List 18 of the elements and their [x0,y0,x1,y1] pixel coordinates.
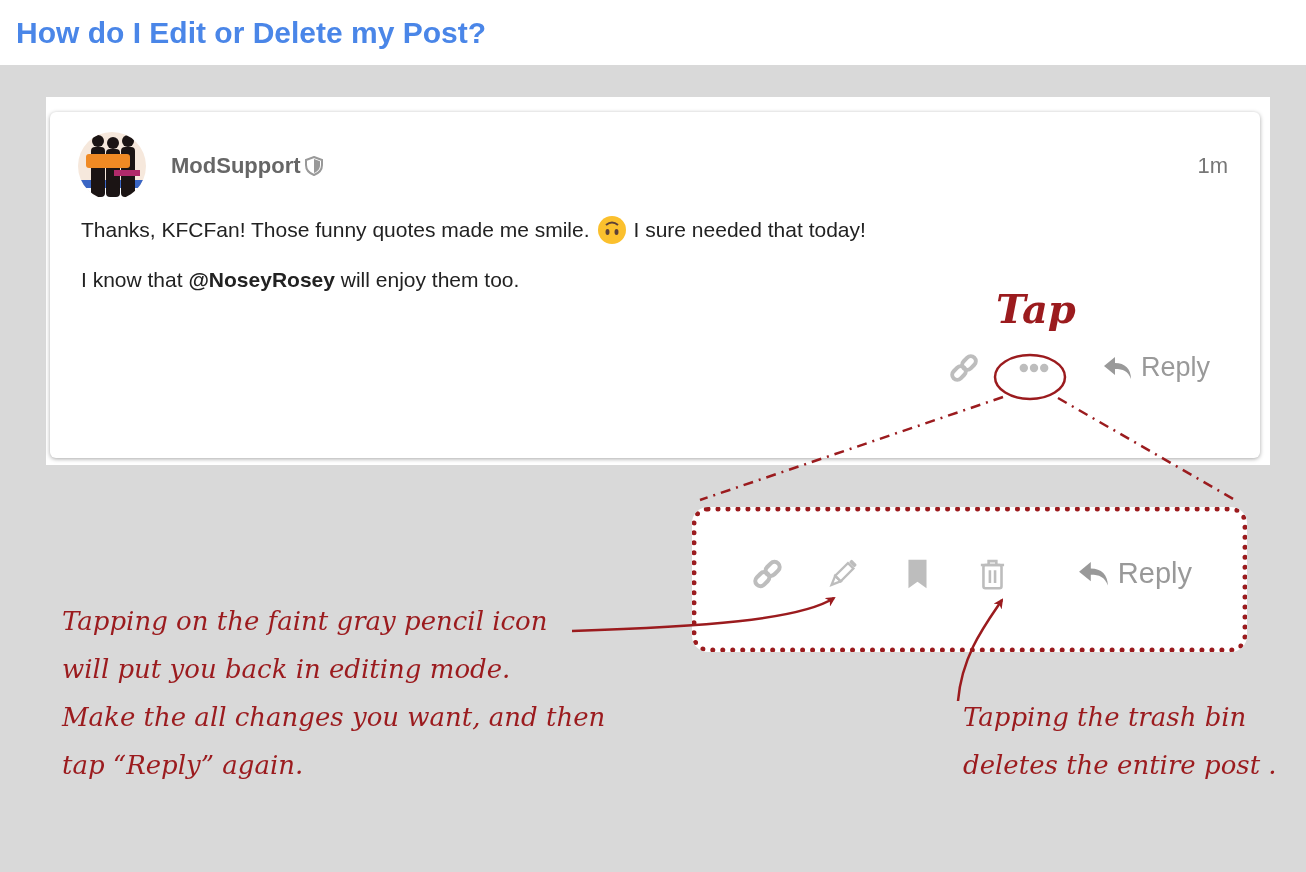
annotation-text: Tapping on the faint gray pencil icon will put you back in editing mode. Make the all changes you want, and then tap “Reply” again. [62,605,606,782]
reply-button[interactable]: Reply [1102,352,1210,383]
reply-icon [1102,355,1133,380]
post-text: I know that @NoseyRosey will enjoy them too. [81,268,520,292]
post-time: 1m [1197,153,1228,179]
page-title: How do I Edit or Delete my Post? [16,15,487,50]
reply-button[interactable]: Reply [1077,557,1192,590]
post-text: I sure needed that today! [633,218,866,242]
emoji-icon [597,216,626,244]
more-icon[interactable] [1018,361,1049,374]
reply-icon [1077,560,1110,587]
annotation-text: Tap [996,285,1076,332]
post-text: Thanks, KFCFan! Those funny quotes made me smile. [81,218,590,242]
link-icon[interactable] [752,557,783,590]
link-icon[interactable] [948,352,979,383]
annotation-text: Tapping the trash bin deletes the entire post . [963,701,1277,782]
author-name[interactable]: ModSupport [171,153,301,179]
shield-icon [304,156,323,176]
